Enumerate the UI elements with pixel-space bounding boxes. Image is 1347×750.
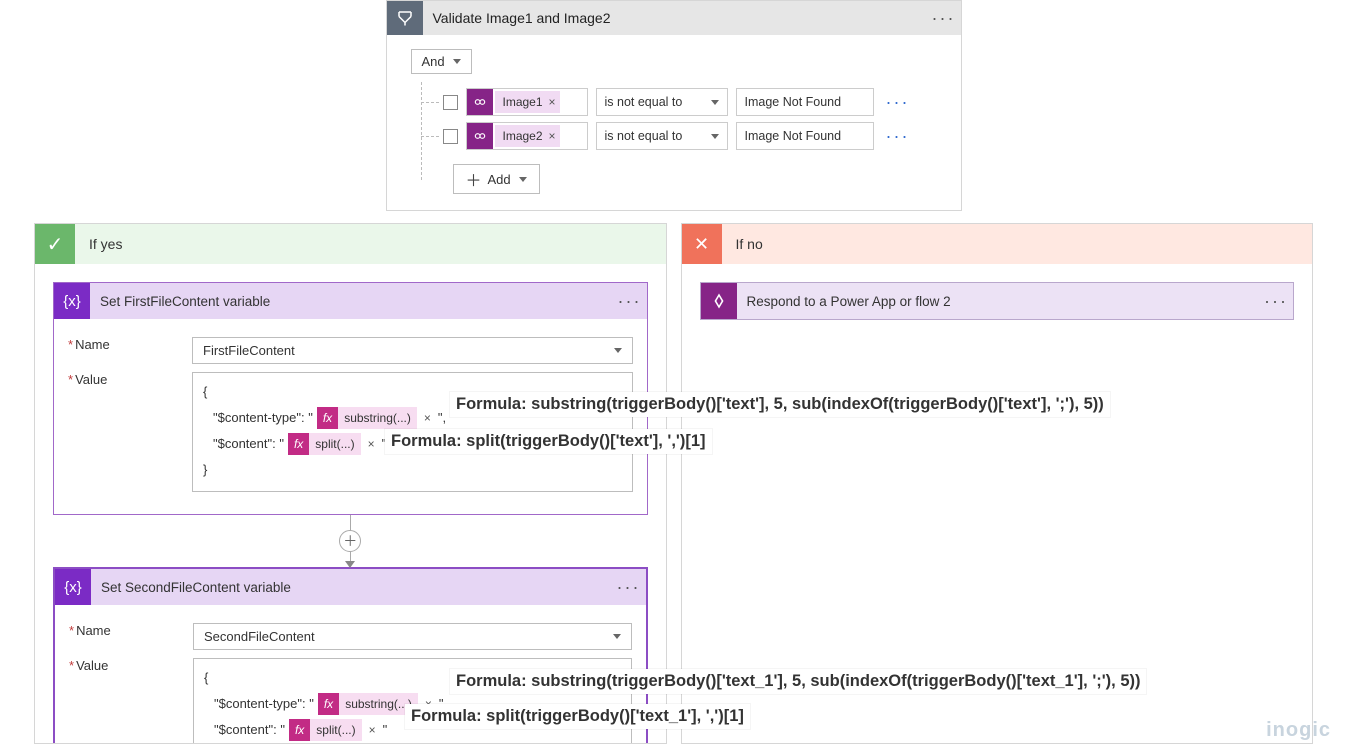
action-respond: Respond to a Power App or flow 2 ··· [700, 282, 1295, 320]
action-header[interactable]: Respond to a Power App or flow 2 ··· [701, 283, 1294, 319]
condition-body: And Image1 × is not equal to [387, 35, 961, 210]
close-icon: ✕ [682, 224, 722, 264]
connector: ＋ [53, 515, 648, 567]
logic-selector[interactable]: And [411, 49, 472, 74]
branch-yes: ✓ If yes {x} Set FirstFileContent variab… [34, 223, 667, 744]
fx-icon: fx [318, 693, 339, 715]
fx-icon: fx [288, 433, 309, 455]
condition-title: Validate Image1 and Image2 [423, 10, 927, 26]
chevron-down-icon [711, 100, 719, 105]
condition-more-icon[interactable]: ··· [927, 8, 961, 29]
operand-right[interactable]: Image Not Found [736, 122, 874, 150]
chevron-down-icon [614, 348, 622, 353]
token-remove-icon[interactable]: × [365, 431, 378, 457]
plus-icon: ＋ [466, 167, 482, 191]
token-remove-icon[interactable]: × [366, 717, 379, 743]
branch-no-header[interactable]: ✕ If no [682, 224, 1313, 264]
action-header[interactable]: {x} Set FirstFileContent variable ··· [54, 283, 647, 319]
action-more-icon[interactable]: ··· [613, 291, 647, 312]
variable-icon: {x} [55, 569, 91, 605]
row-checkbox[interactable] [443, 129, 458, 144]
logic-selector-label: And [422, 54, 445, 69]
condition-icon [387, 1, 423, 35]
action-title: Set FirstFileContent variable [90, 294, 613, 309]
formula-overlay: Formula: substring(triggerBody()['text']… [450, 392, 1110, 417]
condition-card: Validate Image1 and Image2 ··· And Image… [386, 0, 962, 211]
action-more-icon[interactable]: ··· [1259, 291, 1293, 312]
watermark: inogic [1266, 719, 1331, 742]
condition-row: Image1 × is not equal to Image Not Found… [421, 88, 937, 116]
field-label-name: *Name [69, 623, 193, 650]
operator-select[interactable]: is not equal to [596, 88, 728, 116]
operand-token: Image2 × [495, 125, 560, 147]
chevron-down-icon [453, 59, 461, 64]
branch-yes-header[interactable]: ✓ If yes [35, 224, 666, 264]
formula-overlay: Formula: substring(triggerBody()['text_1… [450, 669, 1146, 694]
fx-token-substring[interactable]: fx substring(...) × [317, 407, 434, 429]
name-select[interactable]: FirstFileContent [192, 337, 633, 364]
field-label-value: *Value [69, 658, 193, 743]
token-remove-icon[interactable]: × [549, 129, 556, 143]
row-more-icon[interactable]: ··· [886, 126, 910, 147]
operand-left[interactable]: Image1 × [466, 88, 588, 116]
chevron-down-icon [613, 634, 621, 639]
arrow-down-icon [345, 561, 355, 568]
operand-right[interactable]: Image Not Found [736, 88, 874, 116]
condition-row: Image2 × is not equal to Image Not Found… [421, 122, 937, 150]
powerapps-icon [701, 283, 737, 319]
fx-token-split[interactable]: fx split(...) × [288, 433, 378, 455]
fx-icon: fx [289, 719, 310, 741]
row-more-icon[interactable]: ··· [886, 92, 910, 113]
branches: ✓ If yes {x} Set FirstFileContent variab… [0, 223, 1347, 744]
name-select[interactable]: SecondFileContent [193, 623, 632, 650]
action-title: Set SecondFileContent variable [91, 580, 612, 595]
chevron-down-icon [519, 177, 527, 182]
check-icon: ✓ [35, 224, 75, 264]
branch-no-title: If no [722, 236, 763, 252]
action-header[interactable]: {x} Set SecondFileContent variable ··· [55, 569, 646, 605]
row-checkbox[interactable] [443, 95, 458, 110]
token-remove-icon[interactable]: × [549, 95, 556, 109]
operator-select[interactable]: is not equal to [596, 122, 728, 150]
chevron-down-icon [711, 134, 719, 139]
fx-icon: fx [317, 407, 338, 429]
field-label-name: *Name [68, 337, 192, 364]
condition-header[interactable]: Validate Image1 and Image2 ··· [387, 1, 961, 35]
fx-token-split[interactable]: fx split(...) × [289, 719, 379, 741]
branch-no: ✕ If no Respond to a Power App or flow 2… [681, 223, 1314, 744]
variable-icon: {x} [54, 283, 90, 319]
dynamic-content-icon [467, 123, 493, 149]
operand-left[interactable]: Image2 × [466, 122, 588, 150]
action-title: Respond to a Power App or flow 2 [737, 294, 1260, 309]
field-label-value: *Value [68, 372, 192, 492]
token-remove-icon[interactable]: × [421, 405, 434, 431]
dynamic-content-icon [467, 89, 493, 115]
condition-rows: Image1 × is not equal to Image Not Found… [421, 88, 937, 194]
add-condition-button[interactable]: ＋ Add [453, 164, 540, 194]
add-step-button[interactable]: ＋ [339, 530, 361, 552]
action-more-icon[interactable]: ··· [612, 577, 646, 598]
formula-overlay: Formula: split(triggerBody()['text_1'], … [405, 704, 750, 729]
branch-yes-title: If yes [75, 236, 122, 252]
formula-overlay: Formula: split(triggerBody()['text'], ',… [385, 429, 712, 454]
operand-token: Image1 × [495, 91, 560, 113]
